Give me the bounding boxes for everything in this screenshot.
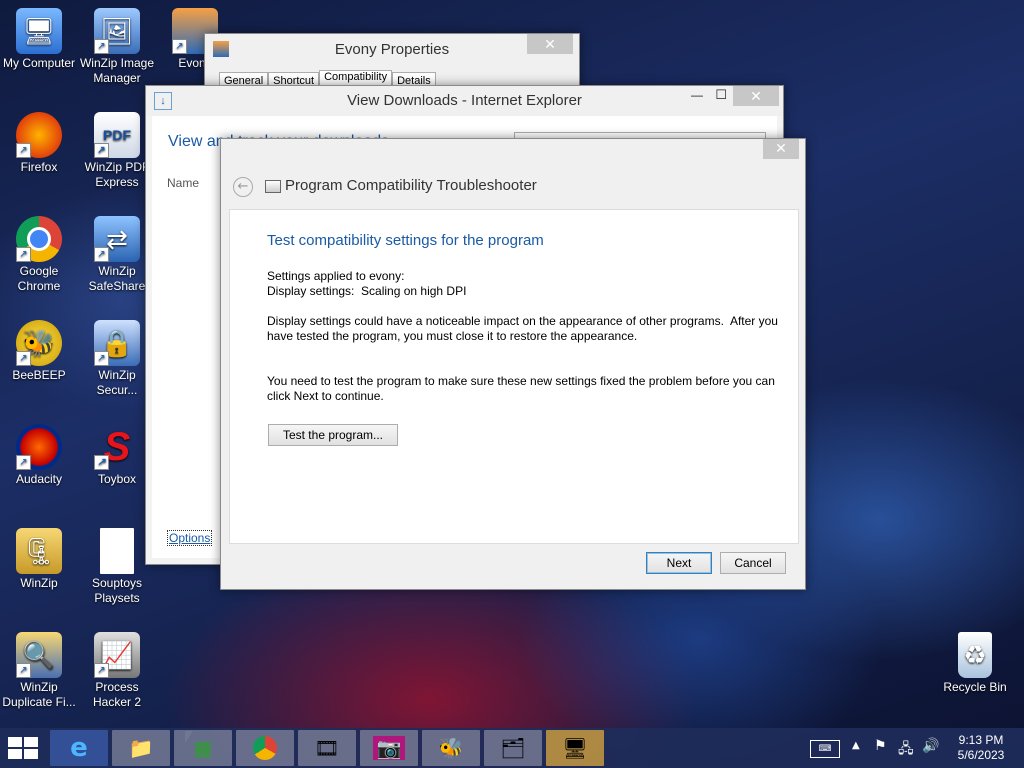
camera-icon: 📷 [372,736,406,760]
action-center-flag-icon[interactable]: ⚑ [874,738,887,754]
minimize-button[interactable]: — [691,88,703,102]
windows-logo-icon [8,737,22,747]
folder-icon: 📁 [128,736,154,760]
desktop-icon-winzip-duplicate[interactable]: 🔍 ↗ WinZip Duplicate Fi... [0,632,78,710]
back-arrow-icon: ← [237,179,249,194]
clock[interactable]: 9:13 PM 5/6/2023 [950,733,1012,763]
computer-icon: 🖥 [16,8,62,54]
firefox-icon: ↗ [16,112,62,158]
keyboard-icon[interactable]: ⌨ [810,740,840,758]
cancel-button[interactable]: Cancel [720,552,786,574]
desktop-icon-winzip-image-manager[interactable]: 🖼 ↗ WinZip Image Manager [78,8,156,86]
taskbar: e 📁 ▦ 🎞 📷 🐝 🗂 🖥 ⌨ ▲ ⚑ 🖧 🔊 9:13 PM 5/6/20… [0,728,1024,768]
start-button[interactable] [8,737,38,759]
network-icon[interactable]: 🖧 [898,738,914,762]
winzip-icon: 🗜 [16,528,62,574]
show-hidden-icons-chevron-up-icon[interactable]: ▲ [852,740,860,751]
taskbar-internet-explorer[interactable]: e [50,730,108,766]
toybox-icon: S ↗ [94,424,140,470]
options-link[interactable]: Options [167,530,213,546]
downloads-taskbar-icon: 🗂 [500,736,526,760]
display-settings-text: Display settings: Scaling on high DPI [267,284,467,298]
chrome-taskbar-icon [253,736,277,760]
troubleshooter-taskbar-icon: 🖥 [562,736,588,760]
ie-titlebar: ↓ View Downloads - Internet Explorer — ☐… [146,86,783,116]
desktop-icon-google-chrome[interactable]: ↗ Google Chrome [0,216,78,294]
winzip-image-icon: 🖼 ↗ [94,8,140,54]
taskbar-camera-app[interactable]: 📷 [360,730,418,766]
taskbar-file-explorer[interactable]: 📁 [112,730,170,766]
troubleshooter-dialog: ✕ ← Program Compatibility Troubleshooter… [220,138,806,590]
clock-date: 5/6/2023 [957,748,1005,762]
desktop-icon-winzip[interactable]: 🗜 WinZip [0,528,78,591]
dialog-title: Program Compatibility Troubleshooter [285,177,537,194]
desktop-icon-my-computer[interactable]: 🖥 My Computer [0,8,78,71]
impact-warning-text: Display settings could have a noticeable… [267,314,782,343]
secure-icon: 🔒 ↗ [94,320,140,366]
settings-applied-text: Settings applied to evony: [267,269,405,283]
test-instruction-text: You need to test the program to make sur… [267,374,775,403]
recycle-bin-icon: ♻ [958,632,992,678]
taskbar-media-app[interactable]: 🎞 [298,730,356,766]
process-hacker-icon: 📈 ↗ [94,632,140,678]
store-icon: ▦ [193,736,213,760]
bee-taskbar-icon: 🐝 [438,736,464,760]
taskbar-chrome[interactable] [236,730,294,766]
troubleshooter-icon [265,180,281,193]
taskbar-beebeep[interactable]: 🐝 [422,730,480,766]
next-button[interactable]: Next [646,552,712,574]
volume-icon[interactable]: 🔊 [922,738,939,754]
maximize-button[interactable]: ☐ [715,87,727,103]
test-program-button[interactable]: Test the program... [268,424,398,446]
ie-taskbar-icon: e [70,733,88,763]
share-icon: ⇄ ↗ [94,216,140,262]
taskbar-troubleshooter[interactable]: 🖥 [546,730,604,766]
audacity-icon: ↗ [16,424,62,470]
chrome-icon: ↗ [16,216,62,262]
pdf-icon: PDF ↗ [94,112,140,158]
desktop-icon-process-hacker[interactable]: 📈 ↗ Process Hacker 2 [78,632,156,710]
desktop-icon-beebeep[interactable]: 🐝 ↗ BeeBEEP [0,320,78,383]
dialog-content: Test compatibility settings for the prog… [229,209,799,544]
media-icon: 🎞 [314,736,340,760]
desktop-icon-audacity[interactable]: ↗ Audacity [0,424,78,487]
bee-icon: 🐝 ↗ [16,320,62,366]
window-title: Evony Properties [334,41,450,58]
close-button[interactable]: ✕ [527,34,573,54]
column-header-name[interactable]: Name [167,176,199,190]
winzip-duplicate-icon: 🔍 ↗ [16,632,62,678]
desktop-icon-firefox[interactable]: ↗ Firefox [0,112,78,175]
window-title: View Downloads - Internet Explorer [347,92,582,109]
content-heading: Test compatibility settings for the prog… [267,232,544,249]
back-button[interactable]: ← [233,177,253,197]
evony-titlebar: Evony Properties ✕ [205,34,579,64]
close-button[interactable]: ✕ [733,86,779,106]
clock-time: 9:13 PM [958,733,1004,747]
desktop-icon-recycle-bin[interactable]: ♻ Recycle Bin [936,632,1014,695]
file-icon [100,528,134,574]
close-button[interactable]: ✕ [763,139,799,159]
taskbar-store[interactable]: ▦ [174,730,232,766]
taskbar-downloads[interactable]: 🗂 [484,730,542,766]
